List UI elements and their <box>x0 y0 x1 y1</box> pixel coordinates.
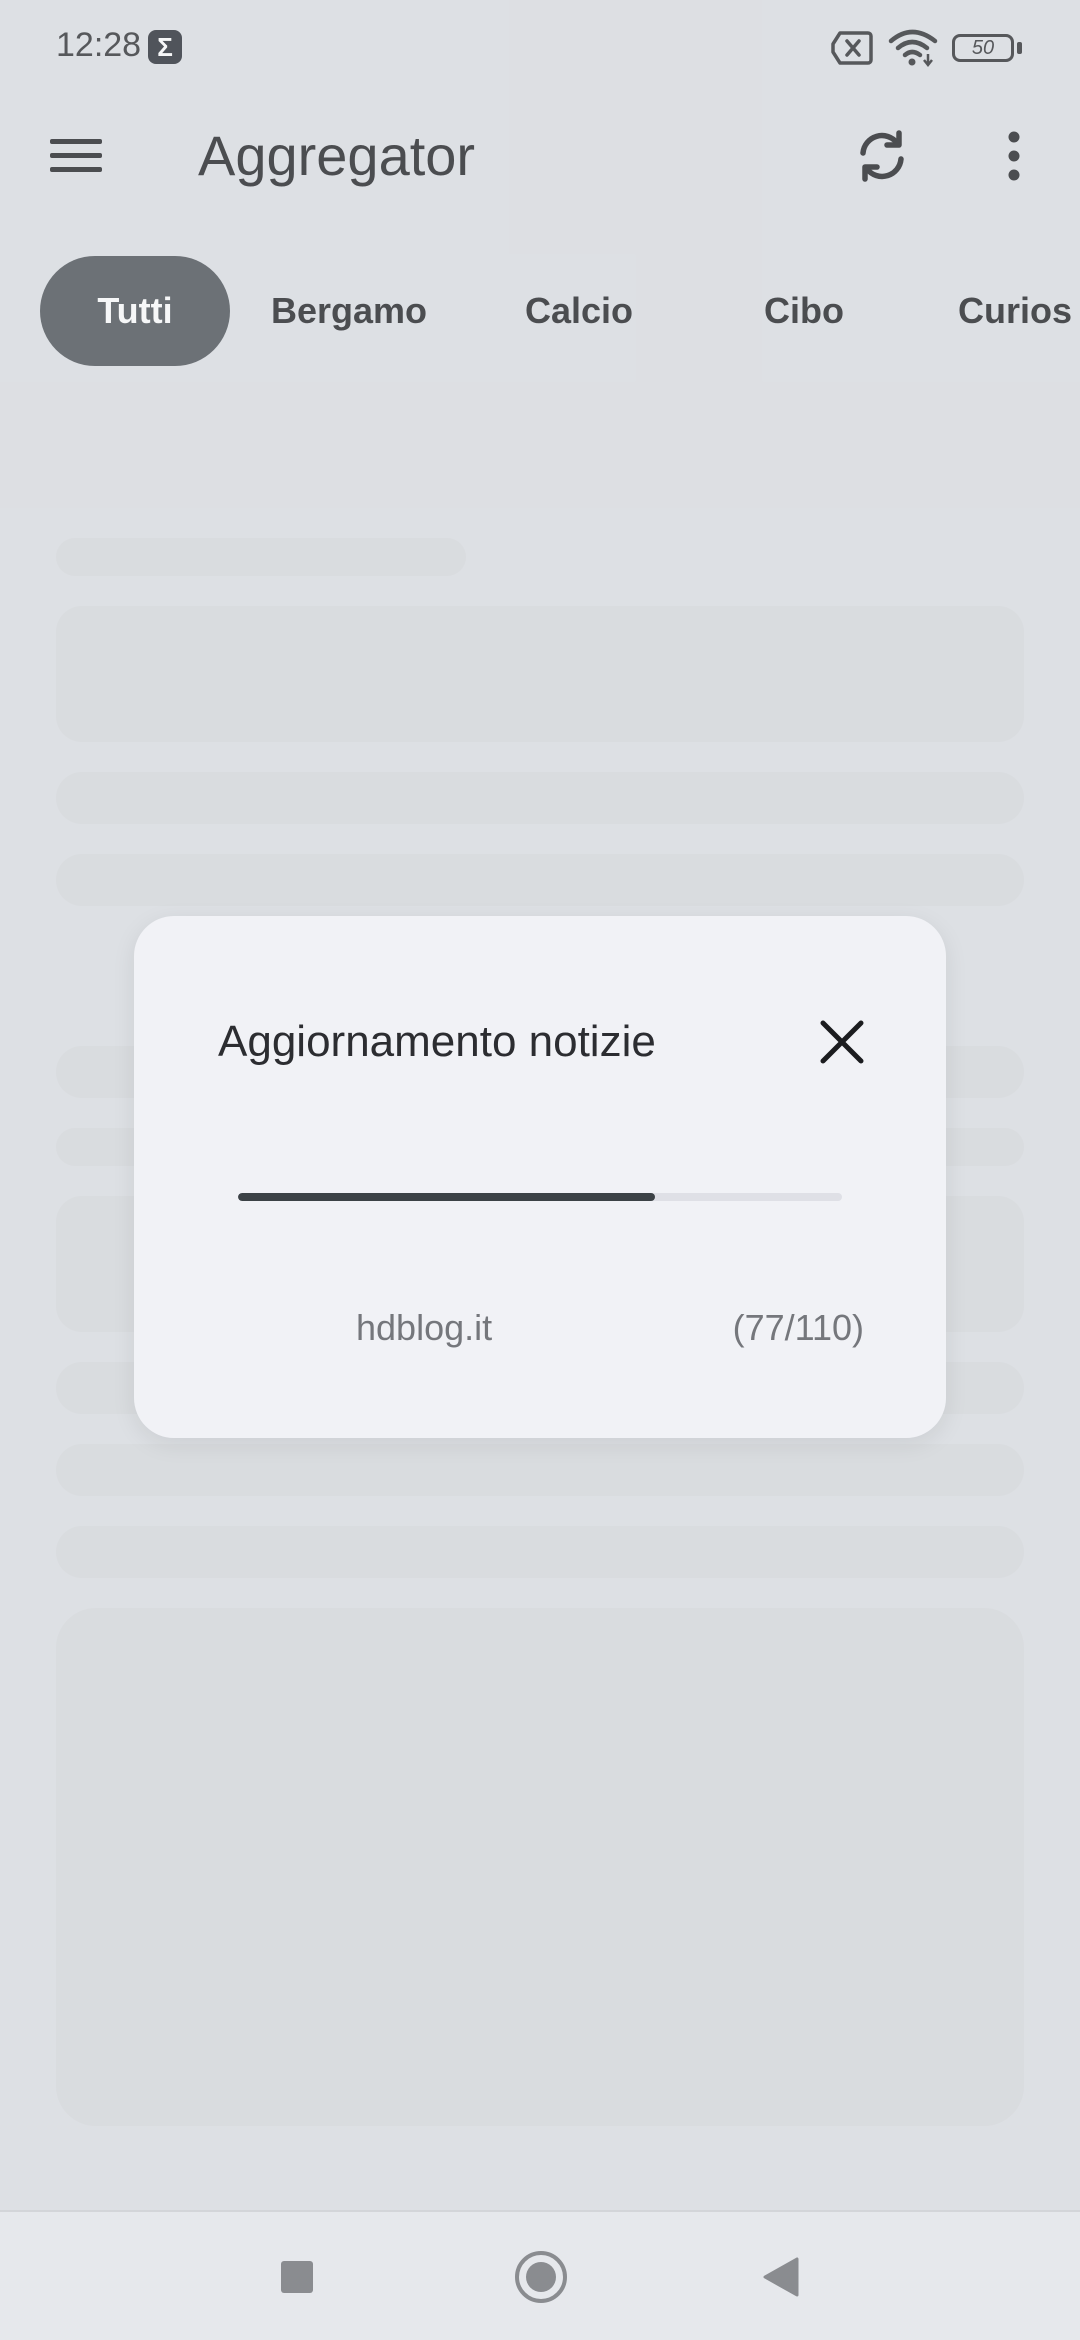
home-button[interactable] <box>506 2242 576 2312</box>
back-triangle-icon <box>763 2257 799 2297</box>
screen: 12:28 Σ 50 Aggregator Tutti Bergamo Calc… <box>0 0 1080 2340</box>
recents-button[interactable] <box>262 2242 332 2312</box>
progress-bar <box>238 1193 842 1201</box>
recents-square-icon <box>281 2261 313 2293</box>
close-icon <box>820 1020 864 1064</box>
home-circle-icon <box>515 2251 567 2303</box>
current-source: hdblog.it <box>356 1307 493 1348</box>
back-button[interactable] <box>746 2242 816 2312</box>
progress-count: (77/110) <box>732 1307 864 1348</box>
dialog-title: Aggiornamento notizie <box>218 1017 656 1066</box>
dialog-close-button[interactable] <box>802 1002 882 1082</box>
update-dialog: Aggiornamento notizie hdblog.it (77/110) <box>134 916 946 1438</box>
navigation-bar <box>0 2210 1080 2340</box>
progress-fill <box>238 1193 655 1201</box>
